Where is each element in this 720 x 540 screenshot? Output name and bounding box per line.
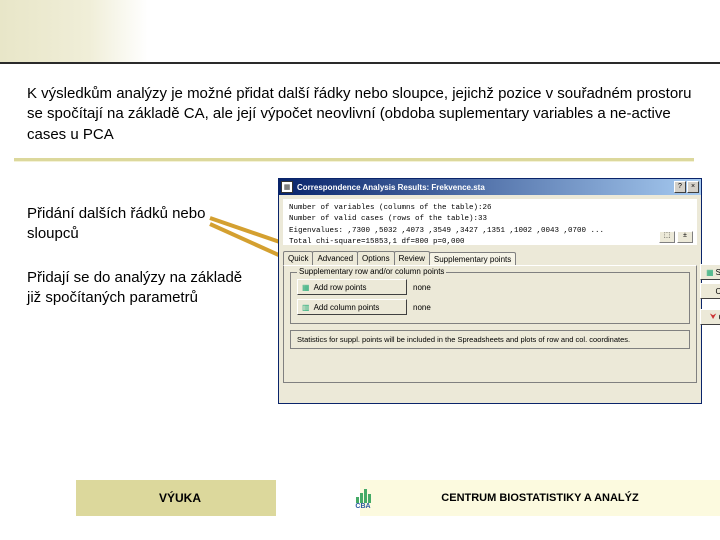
stats-line-3: Eigenvalues: ,7300 ,5032 ,4073 ,3549 ,34… bbox=[289, 226, 691, 237]
stats-line-2: Number of valid cases (rows of the table… bbox=[289, 214, 691, 225]
group-label: Supplementary row and/or column points bbox=[297, 267, 446, 276]
cols-icon: ▥ bbox=[302, 303, 310, 312]
tab-supplementary[interactable]: Supplementary points bbox=[429, 252, 516, 266]
slide-body-text: K výsledkům analýzy je možné přidat dalš… bbox=[27, 84, 695, 145]
options-button[interactable]: ⮟Options bbox=[700, 309, 720, 325]
dialog-titlebar[interactable]: ▦ Correspondence Analysis Results: Frekv… bbox=[279, 179, 701, 195]
footer-right-text: CENTRUM BIOSTATISTIKY A ANALÝZ bbox=[441, 492, 638, 504]
stats-panel: Number of variables (columns of the tabl… bbox=[283, 199, 697, 245]
stats-line-4: Total chi-square=15853,1 df=800 p=0,000 bbox=[289, 237, 691, 248]
results-dialog: ▦ Correspondence Analysis Results: Frekv… bbox=[278, 178, 702, 404]
collapse-button[interactable]: ± bbox=[677, 231, 693, 243]
note-text: Statistics for suppl. points will be inc… bbox=[290, 330, 690, 349]
tab-review[interactable]: Review bbox=[394, 251, 430, 265]
app-icon: ▦ bbox=[281, 181, 293, 193]
cba-logo: CBA bbox=[346, 480, 380, 516]
tab-advanced[interactable]: Advanced bbox=[312, 251, 358, 265]
gold-rule bbox=[14, 158, 694, 161]
rows-icon: ▦ bbox=[302, 283, 310, 292]
summary-button[interactable]: ▦Summary bbox=[700, 264, 720, 280]
expand-button[interactable]: ⬚ bbox=[659, 231, 675, 243]
tab-quick[interactable]: Quick bbox=[283, 251, 313, 265]
cancel-button[interactable]: Cancel bbox=[700, 283, 720, 299]
dialog-title: Correspondence Analysis Results: Frekven… bbox=[297, 183, 674, 192]
supplementary-group: Supplementary row and/or column points ▦… bbox=[290, 272, 690, 324]
tabs: Quick Advanced Options Review Supplement… bbox=[283, 249, 697, 265]
tab-options[interactable]: Options bbox=[357, 251, 395, 265]
annotation-1: Přidání dalších řádků nebo sloupců bbox=[27, 204, 257, 243]
rows-status: none bbox=[413, 283, 431, 292]
stats-line-1: Number of variables (columns of the tabl… bbox=[289, 203, 691, 214]
annotation-2: Přidají se do analýzy na základě již spo… bbox=[27, 268, 257, 307]
add-rows-button[interactable]: ▦ Add row points bbox=[297, 279, 407, 295]
header-rule bbox=[0, 62, 720, 64]
footer-left-text: VÝUKA bbox=[159, 491, 201, 505]
close-button[interactable]: × bbox=[687, 181, 699, 193]
tab-content: Supplementary row and/or column points ▦… bbox=[283, 265, 697, 383]
help-button[interactable]: ? bbox=[674, 181, 686, 193]
header-gradient bbox=[0, 0, 148, 62]
cols-status: none bbox=[413, 303, 431, 312]
add-cols-button[interactable]: ▥ Add column points bbox=[297, 299, 407, 315]
